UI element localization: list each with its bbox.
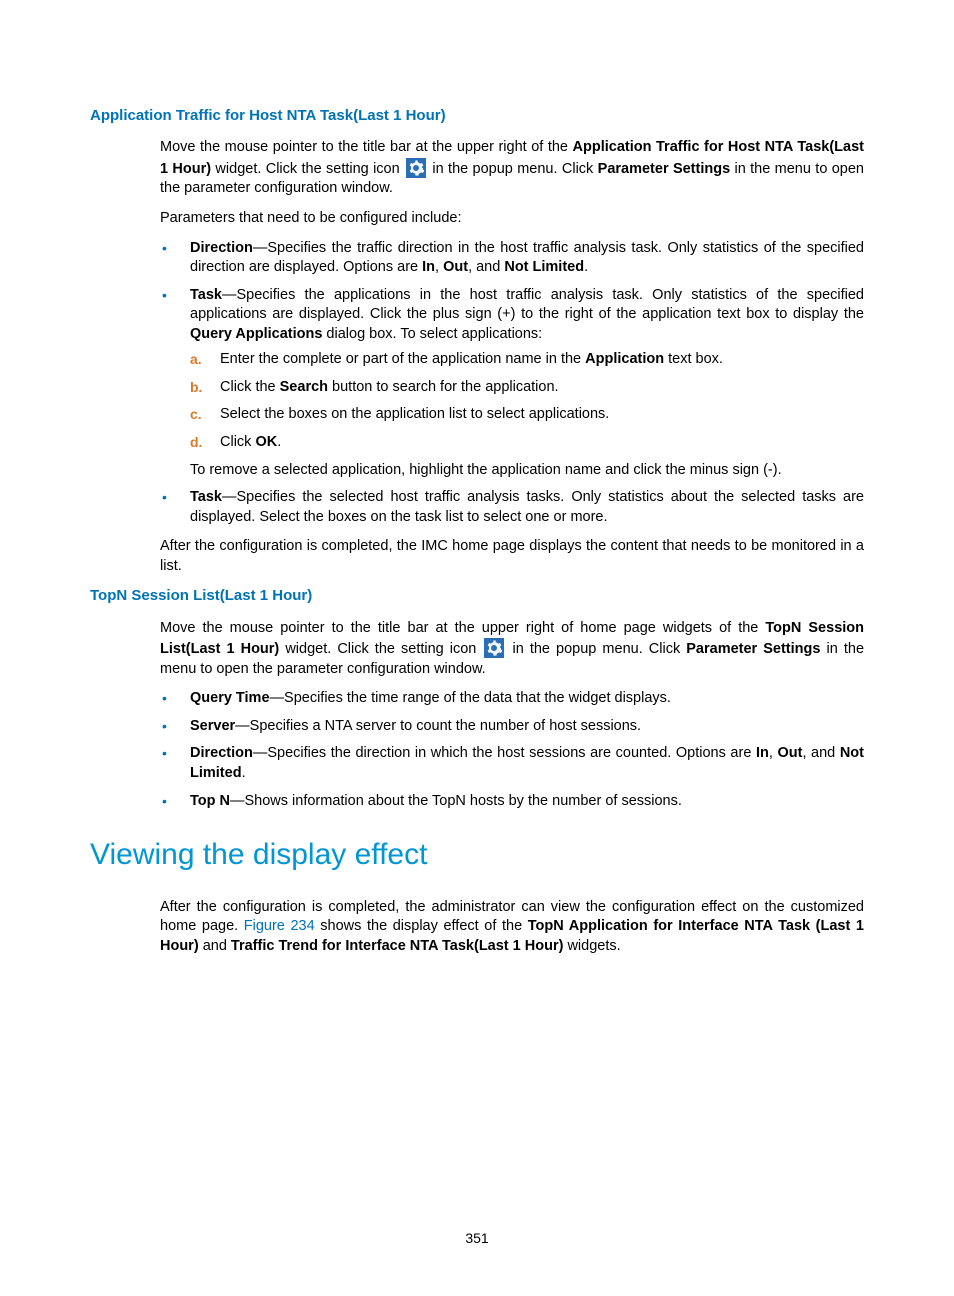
bold-widget2: Traffic Trend for Interface NTA Task(Las… <box>231 938 564 954</box>
bullet-topn: Top N—Shows information about the TopN h… <box>160 792 864 812</box>
step-after-text: To remove a selected application, highli… <box>190 461 864 481</box>
bullet-direction: Direction—Specifies the traffic directio… <box>160 239 864 278</box>
text: Click <box>220 434 255 450</box>
text: text box. <box>664 351 723 367</box>
s1-paragraph3: After the configuration is completed, th… <box>160 537 864 576</box>
text: , <box>435 259 443 275</box>
s3-paragraph1: After the configuration is completed, th… <box>160 898 864 957</box>
text: , and <box>468 259 504 275</box>
bullet-task-tasks: Task—Specifies the selected host traffic… <box>160 488 864 527</box>
label: Task <box>190 287 222 303</box>
s2-paragraph1: Move the mouse pointer to the title bar … <box>160 619 864 680</box>
bullet-query-time: Query Time—Specifies the time range of t… <box>160 689 864 709</box>
text: Enter the complete or part of the applic… <box>220 351 585 367</box>
bold-ok: OK <box>255 434 277 450</box>
bold-param-settings: Parameter Settings <box>598 161 731 177</box>
bold-search: Search <box>280 379 328 395</box>
step-d: d. Click OK. <box>190 433 864 453</box>
label: Query Time <box>190 690 270 706</box>
bullet-server: Server—Specifies a NTA server to count t… <box>160 717 864 737</box>
label: Task <box>190 489 222 505</box>
label: Server <box>190 718 235 734</box>
text: . <box>584 259 588 275</box>
step-a: a. Enter the complete or part of the appl… <box>190 350 864 370</box>
figure-link[interactable]: Figure 234 <box>244 918 315 934</box>
text: and <box>199 938 231 954</box>
settings-gear-icon <box>406 158 426 178</box>
text: . <box>277 434 281 450</box>
bold-param-settings: Parameter Settings <box>686 641 820 657</box>
heading-topn-session: TopN Session List(Last 1 Hour) <box>90 586 864 606</box>
text: shows the display effect of the <box>315 918 528 934</box>
label: Top N <box>190 793 230 809</box>
text: —Specifies the direction in which the ho… <box>253 745 756 761</box>
step-letter: b. <box>190 378 202 397</box>
text: Click the <box>220 379 280 395</box>
bold-query-apps: Query Applications <box>190 326 322 342</box>
label: Direction <box>190 745 253 761</box>
s2-bullet-list: Query Time—Specifies the time range of t… <box>160 689 864 811</box>
text: widget. Click the setting icon <box>279 641 482 657</box>
label: Direction <box>190 240 253 256</box>
text: —Shows information about the TopN hosts … <box>230 793 682 809</box>
text: —Specifies a NTA server to count the num… <box>235 718 641 734</box>
opt-out: Out <box>777 745 802 761</box>
text: , and <box>802 745 839 761</box>
settings-gear-icon <box>484 638 504 658</box>
text: Move the mouse pointer to the title bar … <box>160 139 573 155</box>
text: —Specifies the time range of the data th… <box>270 690 671 706</box>
text: Move the mouse pointer to the title bar … <box>160 620 765 636</box>
step-letter: d. <box>190 433 202 452</box>
text: Select the boxes on the application list… <box>220 406 609 422</box>
s1-bullet-list: Direction—Specifies the traffic directio… <box>160 239 864 528</box>
step-c: c. Select the boxes on the application li… <box>190 405 864 425</box>
text: button to search for the application. <box>328 379 559 395</box>
opt-in: In <box>422 259 435 275</box>
bullet-direction: Direction—Specifies the direction in whi… <box>160 744 864 783</box>
opt-out: Out <box>443 259 468 275</box>
step-list: a. Enter the complete or part of the appl… <box>190 350 864 452</box>
heading-viewing-display: Viewing the display effect <box>90 835 864 876</box>
text: . <box>242 765 246 781</box>
step-letter: a. <box>190 350 202 369</box>
step-letter: c. <box>190 405 202 424</box>
s1-paragraph2: Parameters that need to be configured in… <box>160 209 864 229</box>
text: —Specifies the applications in the host … <box>190 287 864 323</box>
text: widgets. <box>563 938 620 954</box>
s1-paragraph1: Move the mouse pointer to the title bar … <box>160 138 864 199</box>
text: in the popup menu. Click <box>506 641 686 657</box>
opt-in: In <box>756 745 769 761</box>
text: widget. Click the setting icon <box>211 161 404 177</box>
heading-app-traffic: Application Traffic for Host NTA Task(La… <box>90 106 864 126</box>
text: dialog box. To select applications: <box>322 326 542 342</box>
opt-notlimited: Not Limited <box>504 259 584 275</box>
text: —Specifies the selected host traffic ana… <box>190 489 864 525</box>
step-b: b. Click the Search button to search for … <box>190 378 864 398</box>
bold-application: Application <box>585 351 664 367</box>
text: in the popup menu. Click <box>428 161 598 177</box>
page-number: 351 <box>0 1230 954 1246</box>
bullet-task-apps: Task—Specifies the applications in the h… <box>160 286 864 481</box>
